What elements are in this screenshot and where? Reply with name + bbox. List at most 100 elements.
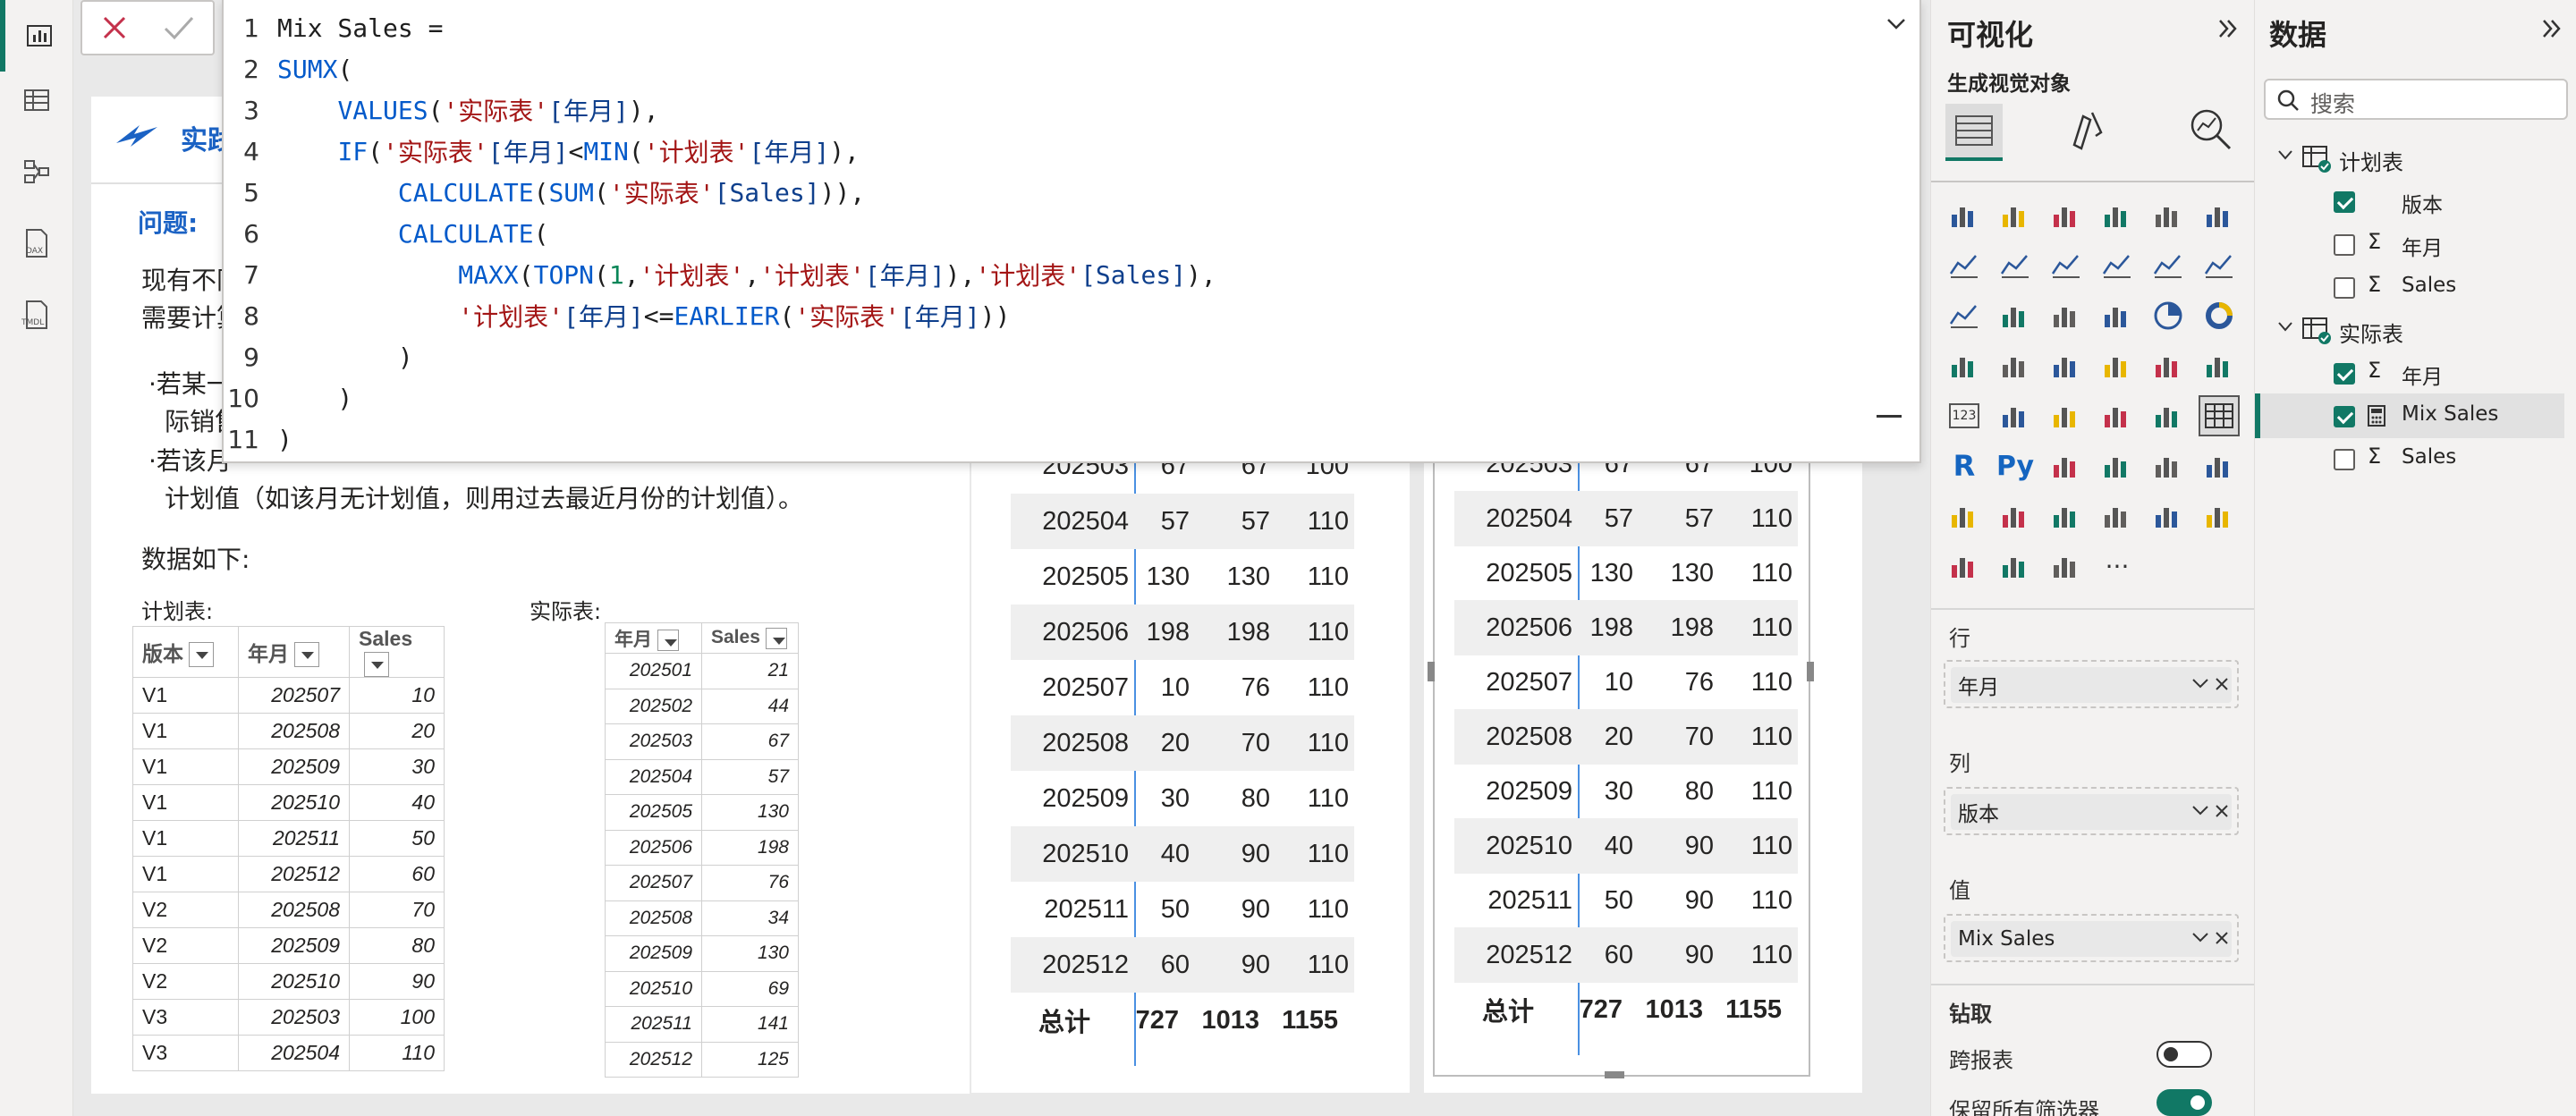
analytics-tab-icon[interactable]: [2187, 106, 2235, 157]
field-name[interactable]: Mix Sales: [2402, 402, 2498, 426]
filter-dropdown-icon[interactable]: [294, 642, 319, 668]
search-box[interactable]: 搜索: [2264, 79, 2568, 120]
rows-well[interactable]: 年月: [1944, 660, 2239, 708]
clustered-bar-icon[interactable]: [2046, 195, 2087, 236]
rows-field-remove-icon[interactable]: [2214, 676, 2230, 696]
filter-dropdown-icon[interactable]: [657, 629, 679, 651]
matrix-visual-2[interactable]: 202503 67 67 100 202504 57 57 110 202505 130 130 11…: [1424, 393, 1862, 1093]
matrix-row[interactable]: 202512 60 90 110: [1011, 937, 1354, 993]
ribbon-chart-icon[interactable]: [1944, 295, 1985, 336]
cross-report-toggle[interactable]: [2157, 1041, 2212, 1068]
matrix-row[interactable]: 202507 10 76 110: [1454, 655, 1798, 710]
cols-well[interactable]: 版本: [1944, 787, 2239, 835]
line-chart-icon[interactable]: [1944, 245, 1985, 286]
table-view-icon[interactable]: [0, 64, 73, 136]
report-view-icon[interactable]: [0, 0, 73, 72]
field-name[interactable]: Sales: [2402, 445, 2456, 469]
textbox-icon[interactable]: [2199, 495, 2240, 537]
plan-header[interactable]: 年月: [238, 626, 350, 678]
waterfall-icon[interactable]: [1995, 295, 2036, 336]
matrix-row[interactable]: 202510 40 90 110: [1454, 818, 1798, 874]
100-bar-icon[interactable]: [2148, 195, 2189, 236]
stacked-bar-icon[interactable]: [1944, 195, 1985, 236]
code-line[interactable]: 11): [224, 418, 292, 460]
filter-dropdown-icon[interactable]: [189, 642, 214, 668]
dax-query-icon[interactable]: DAX: [0, 207, 73, 279]
code-line[interactable]: 3 VALUES('实际表' [年月]),: [224, 89, 658, 131]
resize-handle-bottom[interactable]: [1605, 1071, 1624, 1078]
keep-filters-toggle[interactable]: [2157, 1089, 2212, 1116]
line-clustered-icon[interactable]: [2199, 245, 2240, 286]
collapse-data-icon[interactable]: [2539, 16, 2564, 45]
filter-dropdown-icon[interactable]: [364, 651, 389, 677]
search-input[interactable]: 搜索: [2310, 87, 2355, 119]
table1-chevron-icon[interactable]: [2276, 148, 2294, 166]
collapse-chevron-icon[interactable]: [1885, 16, 1907, 36]
field-checkbox[interactable]: [2334, 363, 2355, 385]
shape-map-icon[interactable]: [2097, 345, 2138, 386]
code-line[interactable]: 2 SUMX(: [224, 48, 352, 89]
values-well[interactable]: Mix Sales: [1944, 914, 2239, 962]
slicer-icon[interactable]: [2097, 395, 2138, 436]
build-visual-tab-icon[interactable]: [1945, 104, 2003, 161]
arrow-visual-icon[interactable]: [2046, 545, 2087, 587]
matrix-row[interactable]: 202508 20 70 110: [1454, 709, 1798, 765]
qa-icon[interactable]: [2148, 445, 2189, 486]
matrix-row[interactable]: 202508 20 70 110: [1011, 715, 1354, 771]
code-line[interactable]: 5 CALCULATE(SUM('实际表' [Sales])),: [224, 172, 865, 213]
format-visual-tab-icon[interactable]: [2065, 106, 2110, 157]
diamond-visual-icon[interactable]: [1995, 545, 2036, 587]
card-icon[interactable]: 123: [1944, 395, 1985, 436]
matrix-row[interactable]: 202512 60 90 110: [1454, 927, 1798, 983]
scatter-icon[interactable]: [2097, 295, 2138, 336]
code-line[interactable]: 7 MAXX(TOPN(1, '计划表', '计划表' [年月]), '计划表' [Sal…: [224, 254, 1216, 295]
matrix-row[interactable]: 202507 10 76 110: [1011, 660, 1354, 715]
matrix-row[interactable]: 202504 57 57 110: [1454, 491, 1798, 546]
stacked-area-icon[interactable]: [2046, 245, 2087, 286]
paginated-report-icon[interactable]: [1995, 495, 2036, 537]
actual-header[interactable]: Sales: [701, 622, 799, 654]
filter-dropdown-icon[interactable]: [765, 627, 787, 649]
new-card-icon[interactable]: [2046, 495, 2087, 537]
pie-chart-icon[interactable]: [2148, 295, 2189, 336]
model-view-icon[interactable]: [0, 136, 73, 207]
matrix-row[interactable]: 202509 30 80 110: [1011, 771, 1354, 826]
plan-header[interactable]: 版本: [132, 626, 239, 678]
field-checkbox[interactable]: [2334, 234, 2355, 256]
matrix-row[interactable]: 202509 30 80 110: [1454, 764, 1798, 819]
table2-chevron-icon[interactable]: [2276, 320, 2294, 338]
cols-field-expand-icon[interactable]: [2190, 803, 2210, 823]
map-icon[interactable]: [1995, 345, 2036, 386]
matrix-row[interactable]: 202505 130 130 110: [1454, 545, 1798, 601]
matrix-row[interactable]: 202511 50 90 110: [1011, 882, 1354, 937]
decomposition-tree-icon[interactable]: [2097, 445, 2138, 486]
dax-formula-editor[interactable]: 1 Mix Sales = 2 SUMX(3 VALUES('实际表' [年月]), 4 …: [222, 0, 1921, 463]
goals-icon[interactable]: [1944, 495, 1985, 537]
code-line[interactable]: 1 Mix Sales =: [224, 7, 443, 48]
cols-field-remove-icon[interactable]: [2214, 803, 2230, 823]
get-visuals-icon[interactable]: [1944, 545, 1985, 587]
matrix-row[interactable]: 202510 40 90 110: [1011, 826, 1354, 882]
values-field-remove-icon[interactable]: [2214, 930, 2230, 950]
actual-header[interactable]: 年月: [605, 622, 702, 654]
key-influencers-icon[interactable]: [2046, 445, 2087, 486]
matrix-row[interactable]: 202511 50 90 110: [1454, 873, 1798, 928]
azure-map-icon[interactable]: [2148, 345, 2189, 386]
gauge-icon[interactable]: [2199, 345, 2240, 386]
matrix-row[interactable]: 202504 57 57 110: [1011, 494, 1354, 549]
code-line[interactable]: 9 ): [224, 336, 413, 377]
resize-handle-left[interactable]: [1428, 662, 1435, 681]
matrix-row[interactable]: 202506 198 198 110: [1454, 600, 1798, 655]
area-chart-icon[interactable]: [1995, 245, 2036, 286]
values-field-expand-icon[interactable]: [2190, 930, 2210, 950]
kpi-icon[interactable]: [2046, 395, 2087, 436]
multirow-card-icon[interactable]: [1995, 395, 2036, 436]
code-line[interactable]: 6 CALCULATE(: [224, 213, 548, 254]
r-visual-icon[interactable]: R: [1944, 445, 1985, 486]
code-line[interactable]: 4 IF('实际表' [年月] < MIN('计划表' [年月]),: [224, 131, 860, 172]
field-checkbox[interactable]: [2334, 277, 2355, 299]
more-visuals-icon[interactable]: ···: [2097, 545, 2138, 587]
python-visual-icon[interactable]: Py: [1995, 445, 2036, 486]
resize-handle-right[interactable]: [1807, 662, 1814, 681]
treemap-icon[interactable]: [1944, 345, 1985, 386]
